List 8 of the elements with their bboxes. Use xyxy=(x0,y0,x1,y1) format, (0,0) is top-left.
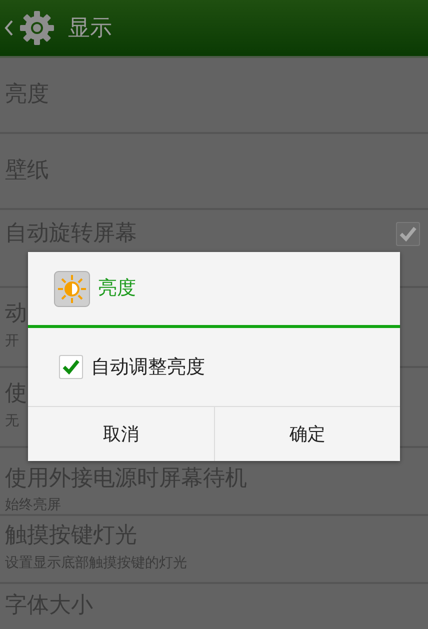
sun-icon xyxy=(54,270,90,306)
rotate-checkbox[interactable] xyxy=(396,222,420,246)
settings-icon xyxy=(18,9,56,47)
checkbox-label: 自动调整亮度 xyxy=(91,354,205,380)
auto-brightness-checkbox[interactable] xyxy=(59,355,83,379)
dialog-button[interactable]: 确定 xyxy=(214,407,400,461)
back-icon[interactable] xyxy=(4,19,14,37)
screen-title: 显示 xyxy=(68,14,112,42)
